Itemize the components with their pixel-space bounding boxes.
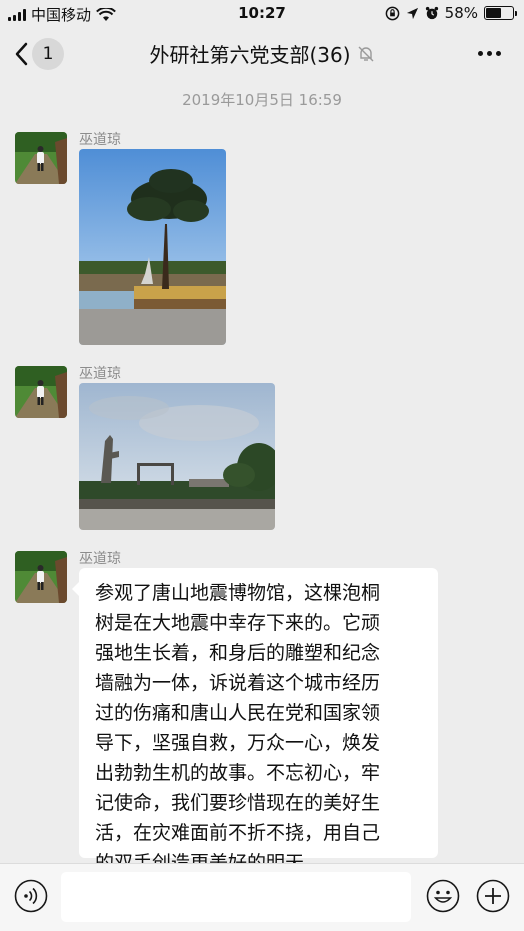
- orientation-lock-icon: [385, 6, 399, 20]
- more-icon[interactable]: [474, 39, 504, 67]
- nav-bar: 1 外研社第六党支部(36): [0, 27, 524, 79]
- message-line: 出勃勃生机的故事。不忘初心，牢: [95, 762, 381, 784]
- paulownia-tree-photo: [79, 149, 226, 345]
- avatar[interactable]: [15, 132, 67, 184]
- message-line: 参观了唐山地震博物馆，这棵泡桐: [95, 582, 381, 604]
- battery-fill: [486, 8, 502, 18]
- photo-message[interactable]: [79, 149, 226, 345]
- input-bar: [0, 863, 524, 931]
- message-line: 墙融为一体，诉说着这个城市经历: [95, 672, 381, 694]
- message-line: 导下，坚强自救，万众一心，焕发: [95, 732, 381, 754]
- message-line: 记使命，我们要珍惜现在的美好生: [95, 792, 381, 814]
- avatar[interactable]: [15, 551, 67, 603]
- message-line: 强地生长着，和身后的雕塑和纪念: [95, 642, 381, 664]
- text-message-bubble[interactable]: 参观了唐山地震博物馆，这棵泡桐 树是在大地震中幸存下来的。它顽 强地生长着，和身…: [72, 568, 438, 874]
- avatar-image: [15, 366, 67, 418]
- message-line: 树是在大地震中幸存下来的。它顽: [95, 612, 381, 634]
- chat-title: 外研社第六党支部(36): [0, 39, 524, 68]
- battery-icon: [484, 6, 517, 20]
- voice-icon[interactable]: [14, 879, 48, 913]
- alarm-icon: [425, 6, 438, 20]
- plus-icon[interactable]: [476, 879, 510, 913]
- memorial-ruins-photo: [79, 383, 275, 530]
- sender-name: 巫道琼: [79, 551, 121, 567]
- status-bar: 中国移动 10:27 58%: [0, 0, 524, 27]
- photo-message[interactable]: [79, 383, 275, 530]
- message-timestamp: 2019年10月5日 16:59: [182, 91, 342, 109]
- message-line: 过的伤痛和唐山人民在党和国家领: [95, 702, 381, 724]
- message-input[interactable]: [61, 872, 411, 922]
- avatar-image: [15, 132, 67, 184]
- message-line: 活，在灾难面前不折不挠，用自己: [95, 822, 381, 844]
- status-right: 58%: [385, 4, 517, 22]
- mute-bell-icon: [358, 46, 374, 61]
- location-icon: [406, 7, 418, 19]
- chat-title-text: 外研社第六党支部(36): [149, 43, 351, 67]
- sender-name: 巫道琼: [79, 132, 121, 148]
- emoji-icon[interactable]: [426, 879, 460, 913]
- battery-percent: 58%: [444, 4, 478, 22]
- avatar[interactable]: [15, 366, 67, 418]
- sender-name: 巫道琼: [79, 366, 121, 382]
- avatar-image: [15, 551, 67, 603]
